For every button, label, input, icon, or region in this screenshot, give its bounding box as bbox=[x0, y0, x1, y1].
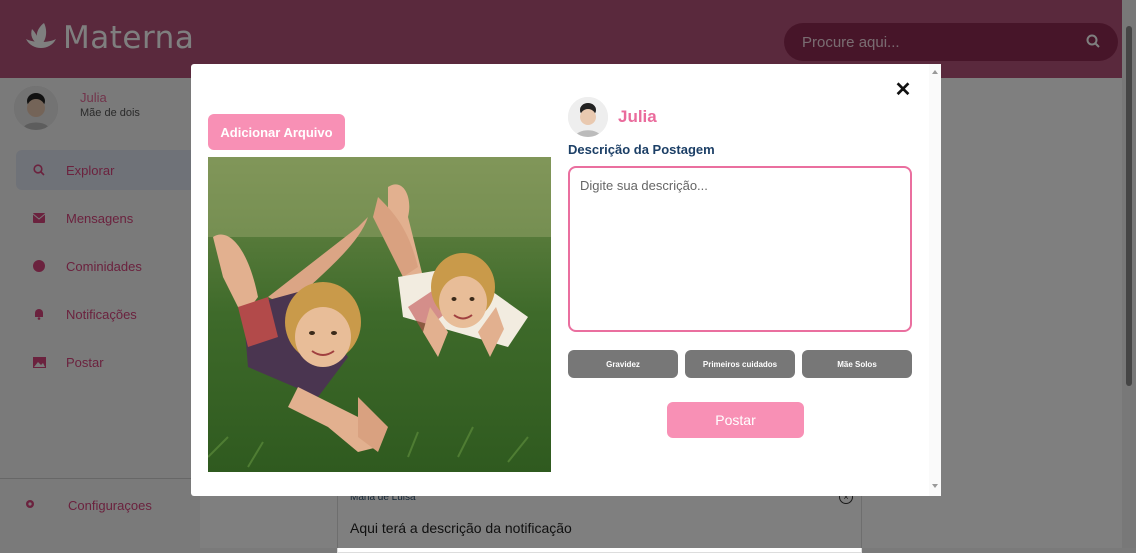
post-button[interactable]: Postar bbox=[667, 402, 804, 438]
tag-group: Gravidez Primeiros cuidados Mãe Solos bbox=[568, 350, 912, 378]
post-image-preview bbox=[208, 157, 551, 472]
tag-mae-solos-button[interactable]: Mãe Solos bbox=[802, 350, 912, 378]
close-button[interactable]: ✕ bbox=[891, 78, 915, 102]
tag-gravidez-button[interactable]: Gravidez bbox=[568, 350, 678, 378]
add-file-button[interactable]: Adicionar Arquivo bbox=[208, 114, 345, 150]
scroll-down-icon[interactable] bbox=[932, 484, 938, 488]
scroll-up-icon[interactable] bbox=[932, 70, 938, 74]
description-label: Descrição da Postagem bbox=[568, 142, 715, 157]
description-input[interactable] bbox=[568, 166, 912, 332]
tag-primeiros-cuidados-button[interactable]: Primeiros cuidados bbox=[685, 350, 795, 378]
author-name: Julia bbox=[618, 107, 657, 126]
modal-scrollbar[interactable] bbox=[929, 64, 941, 496]
post-author: Julia bbox=[568, 97, 657, 137]
avatar bbox=[568, 97, 608, 137]
new-post-modal: ✕ Adicionar Arquivo Julia Descrição da P… bbox=[191, 64, 941, 496]
